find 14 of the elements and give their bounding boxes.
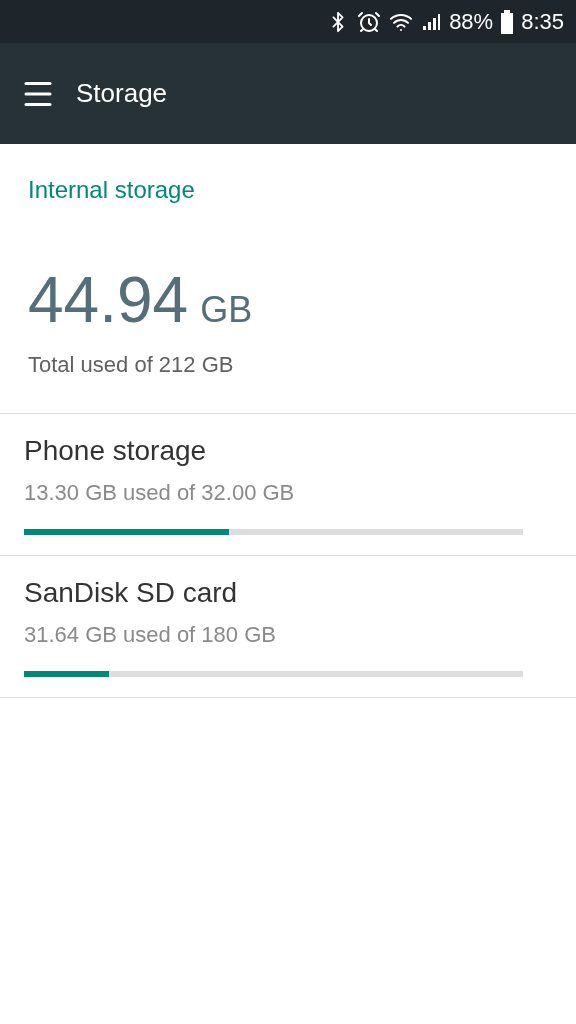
- battery-percent: 88%: [449, 8, 494, 36]
- alarm-icon: [357, 9, 382, 34]
- signal-icon: [421, 11, 442, 32]
- volume-usage: 13.30 GB used of 32.00 GB: [24, 479, 296, 507]
- section-title: Internal storage: [28, 175, 196, 205]
- volume-name[interactable]: SanDisk SD card: [24, 572, 552, 614]
- total-used-value: 44.94: [28, 268, 189, 332]
- volume-usage: 31.64 GB used of 180 GB: [24, 621, 277, 649]
- total-caption: Total used of 212 GB: [28, 351, 235, 379]
- clock-time: 8:35: [521, 8, 564, 36]
- app-bar-title: Storage: [76, 77, 168, 110]
- battery-icon: [501, 9, 514, 34]
- total-used-unit: GB: [200, 292, 253, 328]
- volume-name[interactable]: Phone storage: [24, 430, 552, 472]
